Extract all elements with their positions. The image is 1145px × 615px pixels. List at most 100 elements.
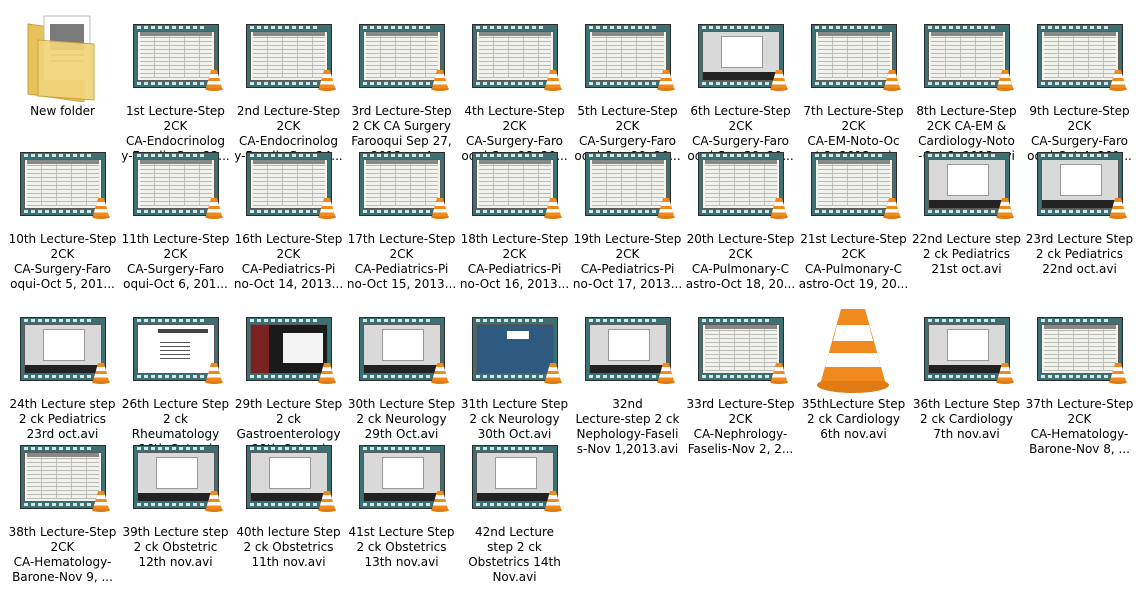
film-holes [925,154,1009,158]
file-label: 35thLecture Step 2 ck Cardiology 6th nov… [801,397,906,441]
file-label: 39th Lecture step 2 ck Obstetric 12th no… [122,525,229,569]
vlc-cone-icon [431,70,449,91]
file-thumbnail [458,4,571,100]
film-holes [699,26,783,30]
vlc-cone-icon [544,70,562,91]
filmstrip-frame [359,317,449,384]
film-holes [360,447,444,451]
folder-label: New folder [30,104,95,118]
film-holes [1038,154,1122,158]
film-holes [925,26,1009,30]
vlc-cone-icon [544,198,562,219]
vlc-cone-icon [657,363,675,384]
file-label: 32nd Lecture-step 2 ck Nephology-Faseli … [575,397,680,456]
file-thumbnail [571,4,684,100]
filmstrip-frame [472,152,562,219]
vlc-cone-icon [431,363,449,384]
film-holes [247,26,331,30]
vlc-cone-icon [883,70,901,91]
film-holes [360,154,444,158]
vlc-cone-icon [92,363,110,384]
file-label: 16th Lecture-Step 2CK CA-Pediatrics-Pi n… [233,232,344,291]
vlc-cone-icon [205,198,223,219]
film-holes [473,319,557,323]
file-thumbnail [571,297,684,393]
filmstrip-frame [585,24,675,91]
file-thumbnail [232,132,345,228]
film-holes [812,154,896,158]
file-thumbnail [345,4,458,100]
file-thumbnail [1023,4,1136,100]
vlc-cone-icon [205,70,223,91]
vlc-cone-icon [205,491,223,512]
file-thumbnail [1023,132,1136,228]
file-thumbnail [797,4,910,100]
film-holes [21,447,105,451]
file-thumbnail [119,297,232,393]
film-holes [699,154,783,158]
vlc-cone-icon [770,70,788,91]
file-thumbnail [6,132,119,228]
vlc-cone-icon [996,198,1014,219]
vlc-cone-icon [318,70,336,91]
film-holes [134,26,218,30]
filmstrip-frame [359,152,449,219]
file-label: 19th Lecture-Step 2CK CA-Pediatrics-Pi n… [572,232,683,291]
vlc-cone-icon [318,363,336,384]
vlc-cone-icon [92,198,110,219]
film-holes [812,26,896,30]
vlc-cone-icon [1109,70,1127,91]
vlc-cone-icon [657,70,675,91]
file-label: 36th Lecture Step 2 ck Cardiology 7th no… [912,397,1021,441]
filmstrip-frame [20,445,110,512]
filmstrip-frame [133,152,223,219]
film-holes [360,26,444,30]
filmstrip-frame [246,317,336,384]
file-label: 18th Lecture-Step 2CK CA-Pediatrics-Pi n… [459,232,570,291]
film-holes [247,154,331,158]
vlc-cone-icon [431,491,449,512]
film-holes [699,319,783,323]
vlc-cone-icon [770,363,788,384]
filmstrip-frame [472,317,562,384]
file-label: 42nd Lecture step 2 ck Obstetrics 14th N… [468,525,561,584]
file-label: 10th Lecture-Step 2CK CA-Surgery-Faro oq… [8,232,117,291]
filmstrip-frame [133,317,223,384]
filmstrip-frame [359,445,449,512]
vlc-cone-icon [544,363,562,384]
filmstrip-frame [20,152,110,219]
file-thumbnail [910,4,1023,100]
film-holes [586,154,670,158]
file-label: 23rd Lecture Step 2 ck Pediatrics 22nd o… [1025,232,1134,276]
file-thumbnail [910,297,1023,393]
film-holes [247,319,331,323]
file-thumbnail [232,4,345,100]
file-thumbnail [232,297,345,393]
film-holes [473,447,557,451]
filmstrip-frame [698,152,788,219]
film-holes [134,154,218,158]
vlc-cone-icon [883,198,901,219]
vlc-cone-icon [996,70,1014,91]
film-holes [247,447,331,451]
film-holes [473,26,557,30]
file-thumbnail [345,132,458,228]
vlc-cone-icon [205,363,223,384]
file-thumbnail [6,425,119,521]
file-thumbnail [684,132,797,228]
filmstrip-frame [1037,24,1127,91]
vlc-cone-icon [92,491,110,512]
filmstrip-frame [811,152,901,219]
file-label: 11th Lecture-Step 2CK CA-Surgery-Faro oq… [121,232,230,291]
file-thumbnail [345,297,458,393]
file-thumbnail [119,132,232,228]
file-thumbnail [6,297,119,393]
filmstrip-frame [472,445,562,512]
filmstrip-frame [924,152,1014,219]
file-thumbnail [797,297,910,393]
file-thumbnail [458,425,571,521]
file-thumbnail [684,297,797,393]
filmstrip-frame [133,24,223,91]
file-label: 37th Lecture-Step 2CK CA-Hematology- Bar… [1025,397,1134,456]
film-holes [134,319,218,323]
